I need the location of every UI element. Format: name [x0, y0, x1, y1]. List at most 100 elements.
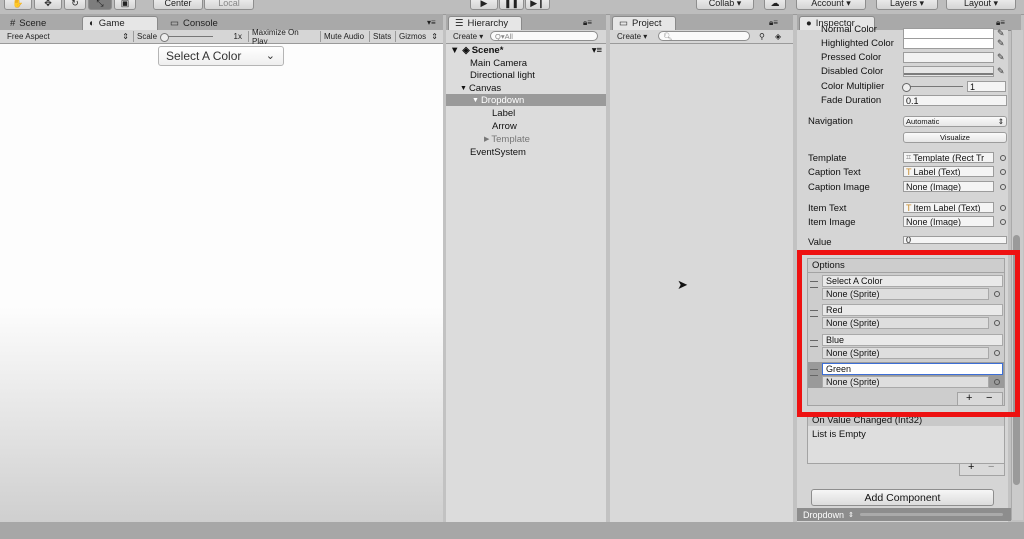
eyedropper-icon[interactable]: ✎: [997, 53, 1006, 62]
maximize-on-play-button[interactable]: Maximize On Play: [248, 28, 318, 46]
collab-button[interactable]: Collab ▾: [696, 0, 754, 10]
hand-tool-icon[interactable]: ✋: [4, 0, 32, 10]
visualize-button[interactable]: Visualize: [903, 132, 1007, 143]
project-tabbar: ▭ Project 🔒︎≡: [610, 14, 793, 31]
template-field[interactable]: ⌗ Template (Rect Tr: [903, 152, 994, 163]
unity-icon: ◈: [462, 44, 470, 56]
add-event-button[interactable]: +: [968, 461, 974, 473]
remove-event-button[interactable]: −: [988, 461, 994, 473]
game-view[interactable]: [0, 44, 443, 522]
step-icon[interactable]: ▶❙: [525, 0, 550, 10]
hierarchy-item[interactable]: Arrow: [446, 120, 606, 132]
color-multiplier-label: Color Multiplier: [821, 81, 885, 92]
hierarchy-bar: Create ▾ Q▾All: [446, 30, 606, 44]
project-search-input[interactable]: 🔍︎: [658, 31, 750, 41]
play-icon[interactable]: ▶: [470, 0, 498, 10]
scale-slider[interactable]: Scale 1x: [133, 31, 245, 42]
tab-scene[interactable]: # Scene: [4, 16, 52, 30]
cloud-icon[interactable]: ☁: [764, 0, 786, 10]
inspector-footer: Dropdown ⇕: [797, 508, 1011, 521]
hierarchy-search-input[interactable]: Q▾All: [490, 31, 598, 41]
hierarchy-item[interactable]: Label: [446, 107, 606, 119]
hierarchy-item[interactable]: Main Camera: [446, 57, 606, 69]
tab-console[interactable]: ▭ Console: [164, 16, 224, 30]
slider-thumb[interactable]: [902, 83, 911, 92]
caption-image-field[interactable]: None (Image): [903, 181, 994, 192]
account-button[interactable]: Account ▾: [796, 0, 866, 10]
aspect-dropdown[interactable]: Free Aspect ⇕: [4, 31, 132, 42]
chevron-down-icon: ⌄: [265, 50, 275, 62]
list-icon: ☰: [455, 18, 464, 29]
eyedropper-icon[interactable]: ✎: [997, 29, 1006, 38]
pause-icon[interactable]: ❚❚: [499, 0, 524, 10]
stats-button[interactable]: Stats: [369, 31, 394, 42]
gizmos-dropdown[interactable]: Gizmos ⇕: [395, 31, 441, 42]
hierarchy-item[interactable]: ▼ Canvas: [446, 82, 606, 94]
hierarchy-item[interactable]: Directional light: [446, 69, 606, 81]
tag-icon[interactable]: ◈: [772, 31, 784, 42]
filter-icon[interactable]: ⚲: [756, 31, 768, 42]
game-view-bar: Free Aspect ⇕ Scale 1x Maximize On Play Mu…: [0, 28, 443, 46]
hierarchy-create-button[interactable]: Create ▾: [450, 31, 486, 42]
lock-icon[interactable]: 🔒︎≡: [766, 17, 781, 28]
tab-game[interactable]: ◐ Game: [82, 16, 158, 30]
disabled-color-field[interactable]: [903, 66, 994, 77]
eyedropper-icon[interactable]: ✎: [997, 67, 1006, 76]
add-component-button[interactable]: Add Component: [811, 489, 994, 506]
ui-dropdown[interactable]: Select A Color ⌄: [158, 46, 284, 66]
hierarchy-panel: ▼ ◈ Scene* ▾≡ Main Camera Directional light…: [446, 44, 606, 522]
lock-icon[interactable]: 🔒︎≡: [580, 17, 595, 28]
eyedropper-icon[interactable]: ✎: [997, 39, 1006, 48]
fade-duration-label: Fade Duration: [821, 95, 882, 106]
caption-text-field[interactable]: T Label (Text): [903, 166, 994, 177]
triangle-down-icon: ▼: [460, 84, 467, 92]
pivot-local-button[interactable]: Local: [204, 0, 254, 10]
game-icon: ◐: [89, 18, 95, 29]
template-label: Template: [808, 153, 847, 164]
triangle-right-icon: ▶: [484, 136, 490, 143]
navigation-dropdown[interactable]: Automatic ⇕: [903, 116, 1007, 127]
rotate-tool-icon[interactable]: ↻: [64, 0, 86, 10]
hierarchy-item[interactable]: EventSystem: [446, 146, 606, 158]
item-image-field[interactable]: None (Image): [903, 216, 994, 227]
object-picker-icon[interactable]: [1000, 169, 1006, 175]
layout-button[interactable]: Layout ▾: [946, 0, 1016, 10]
object-picker-icon[interactable]: [1000, 184, 1006, 190]
grid-icon: #: [10, 17, 16, 29]
pivot-center-button[interactable]: Center: [153, 0, 203, 10]
project-bar: Create ▾ 🔍︎ ⚲ ◈: [610, 30, 793, 44]
project-create-button[interactable]: Create ▾: [614, 31, 650, 42]
rect-tool-icon[interactable]: ▣: [114, 0, 136, 10]
color-multiplier-slider[interactable]: [902, 83, 963, 92]
lock-icon[interactable]: 🔒︎≡: [993, 17, 1008, 28]
value-input[interactable]: 0: [903, 236, 1007, 244]
scale-tool-icon[interactable]: ⤡: [88, 0, 112, 10]
fade-duration-input[interactable]: 0.1: [903, 95, 1007, 106]
updown-icon: ⇕: [122, 32, 129, 41]
color-multiplier-input[interactable]: 1: [967, 81, 1006, 92]
mute-audio-button[interactable]: Mute Audio: [320, 31, 368, 42]
tab-hierarchy[interactable]: ☰ Hierarchy: [448, 16, 522, 30]
object-picker-icon[interactable]: [1000, 205, 1006, 211]
hierarchy-scene[interactable]: ▼ ◈ Scene* ▾≡: [446, 44, 606, 56]
menu-icon[interactable]: ▾≡: [592, 45, 602, 56]
move-tool-icon[interactable]: ✥: [34, 0, 62, 10]
layers-button[interactable]: Layers ▾: [876, 0, 938, 10]
hierarchy-item[interactable]: ▶ Template: [446, 133, 606, 145]
panel-menu-icon[interactable]: ▾≡: [424, 17, 439, 28]
pressed-color-field[interactable]: [903, 52, 994, 63]
object-picker-icon[interactable]: [1000, 155, 1006, 161]
normal-color-label: Normal Color: [821, 24, 877, 35]
text-component-icon: T: [906, 202, 912, 213]
tab-project[interactable]: ▭ Project: [612, 16, 676, 30]
object-picker-icon[interactable]: [1000, 219, 1006, 225]
folder-icon: ▭: [619, 18, 628, 29]
highlighted-color-label: Highlighted Color: [821, 38, 894, 49]
item-text-field[interactable]: T Item Label (Text): [903, 202, 994, 213]
status-bar: [0, 522, 1024, 539]
hierarchy-item-selected[interactable]: ▼ Dropdown: [446, 94, 606, 106]
item-text-label: Item Text: [808, 203, 847, 214]
highlighted-color-field[interactable]: [903, 38, 994, 49]
project-panel[interactable]: [610, 44, 793, 522]
console-icon: ▭: [170, 17, 179, 29]
